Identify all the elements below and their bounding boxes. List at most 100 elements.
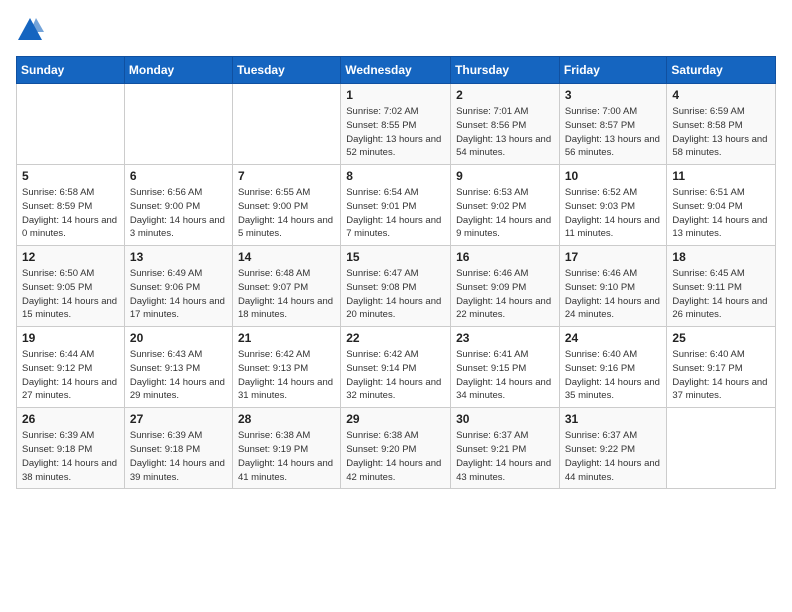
day-info: Sunrise: 6:40 AM Sunset: 9:17 PM Dayligh… — [672, 348, 770, 403]
calendar-cell: 29 Sunrise: 6:38 AM Sunset: 9:20 PM Dayli… — [341, 408, 451, 489]
day-number: 15 — [346, 250, 445, 264]
calendar-cell: 24 Sunrise: 6:40 AM Sunset: 9:16 PM Dayli… — [559, 327, 667, 408]
calendar-cell: 30 Sunrise: 6:37 AM Sunset: 9:21 PM Dayli… — [451, 408, 560, 489]
day-info: Sunrise: 6:39 AM Sunset: 9:18 PM Dayligh… — [130, 429, 227, 484]
day-number: 3 — [565, 88, 662, 102]
day-number: 8 — [346, 169, 445, 183]
calendar-cell — [232, 84, 340, 165]
day-number: 4 — [672, 88, 770, 102]
weekday-header: Sunday — [17, 57, 125, 84]
logo — [16, 16, 46, 44]
weekday-header: Tuesday — [232, 57, 340, 84]
calendar-cell: 10Sunrise: 6:52 AM Sunset: 9:03 PM Dayli… — [559, 165, 667, 246]
calendar-cell: 23 Sunrise: 6:41 AM Sunset: 9:15 PM Dayli… — [451, 327, 560, 408]
day-info: Sunrise: 6:56 AM Sunset: 9:00 PM Dayligh… — [130, 186, 227, 241]
calendar-cell: 19 Sunrise: 6:44 AM Sunset: 9:12 PM Dayli… — [17, 327, 125, 408]
day-info: Sunrise: 6:38 AM Sunset: 9:19 PM Dayligh… — [238, 429, 335, 484]
day-info: Sunrise: 6:37 AM Sunset: 9:22 PM Dayligh… — [565, 429, 662, 484]
day-info: Sunrise: 6:45 AM Sunset: 9:11 PM Dayligh… — [672, 267, 770, 322]
calendar-table: SundayMondayTuesdayWednesdayThursdayFrid… — [16, 56, 776, 489]
calendar-cell: 16 Sunrise: 6:46 AM Sunset: 9:09 PM Dayli… — [451, 246, 560, 327]
calendar-cell: 14Sunrise: 6:48 AM Sunset: 9:07 PM Dayli… — [232, 246, 340, 327]
calendar-cell: 26 Sunrise: 6:39 AM Sunset: 9:18 PM Dayli… — [17, 408, 125, 489]
calendar-cell: 6 Sunrise: 6:56 AM Sunset: 9:00 PM Daylig… — [124, 165, 232, 246]
calendar-cell: 18 Sunrise: 6:45 AM Sunset: 9:11 PM Dayli… — [667, 246, 776, 327]
day-info: Sunrise: 6:42 AM Sunset: 9:14 PM Dayligh… — [346, 348, 445, 403]
calendar-cell: 12 Sunrise: 6:50 AM Sunset: 9:05 PM Dayli… — [17, 246, 125, 327]
calendar-header: SundayMondayTuesdayWednesdayThursdayFrid… — [17, 57, 776, 84]
calendar-cell — [124, 84, 232, 165]
day-number: 25 — [672, 331, 770, 345]
day-number: 20 — [130, 331, 227, 345]
day-number: 26 — [22, 412, 119, 426]
weekday-header: Thursday — [451, 57, 560, 84]
day-info: Sunrise: 6:58 AM Sunset: 8:59 PM Dayligh… — [22, 186, 119, 241]
calendar-cell: 7 Sunrise: 6:55 AM Sunset: 9:00 PM Daylig… — [232, 165, 340, 246]
calendar-cell: 27 Sunrise: 6:39 AM Sunset: 9:18 PM Dayli… — [124, 408, 232, 489]
weekday-header: Monday — [124, 57, 232, 84]
calendar-cell: 21 Sunrise: 6:42 AM Sunset: 9:13 PM Dayli… — [232, 327, 340, 408]
day-number: 1 — [346, 88, 445, 102]
calendar-cell: 15 Sunrise: 6:47 AM Sunset: 9:08 PM Dayli… — [341, 246, 451, 327]
calendar-cell: 17Sunrise: 6:46 AM Sunset: 9:10 PM Dayli… — [559, 246, 667, 327]
day-number: 16 — [456, 250, 554, 264]
calendar-cell: 3 Sunrise: 7:00 AM Sunset: 8:57 PM Daylig… — [559, 84, 667, 165]
logo-icon — [16, 16, 44, 44]
calendar-cell — [17, 84, 125, 165]
day-number: 5 — [22, 169, 119, 183]
day-info: Sunrise: 6:41 AM Sunset: 9:15 PM Dayligh… — [456, 348, 554, 403]
calendar-cell — [667, 408, 776, 489]
day-info: Sunrise: 6:43 AM Sunset: 9:13 PM Dayligh… — [130, 348, 227, 403]
day-info: Sunrise: 6:39 AM Sunset: 9:18 PM Dayligh… — [22, 429, 119, 484]
day-number: 22 — [346, 331, 445, 345]
day-number: 28 — [238, 412, 335, 426]
calendar-cell: 8 Sunrise: 6:54 AM Sunset: 9:01 PM Daylig… — [341, 165, 451, 246]
day-info: Sunrise: 6:42 AM Sunset: 9:13 PM Dayligh… — [238, 348, 335, 403]
calendar-cell: 20 Sunrise: 6:43 AM Sunset: 9:13 PM Dayli… — [124, 327, 232, 408]
day-info: Sunrise: 6:46 AM Sunset: 9:09 PM Dayligh… — [456, 267, 554, 322]
calendar-cell: 1 Sunrise: 7:02 AM Sunset: 8:55 PM Daylig… — [341, 84, 451, 165]
day-number: 17 — [565, 250, 662, 264]
calendar-cell: 31 Sunrise: 6:37 AM Sunset: 9:22 PM Dayli… — [559, 408, 667, 489]
day-number: 31 — [565, 412, 662, 426]
day-info: Sunrise: 7:01 AM Sunset: 8:56 PM Dayligh… — [456, 105, 554, 160]
calendar-cell: 25 Sunrise: 6:40 AM Sunset: 9:17 PM Dayli… — [667, 327, 776, 408]
day-info: Sunrise: 6:38 AM Sunset: 9:20 PM Dayligh… — [346, 429, 445, 484]
day-number: 14 — [238, 250, 335, 264]
day-info: Sunrise: 6:47 AM Sunset: 9:08 PM Dayligh… — [346, 267, 445, 322]
day-info: Sunrise: 6:53 AM Sunset: 9:02 PM Dayligh… — [456, 186, 554, 241]
day-number: 12 — [22, 250, 119, 264]
weekday-header: Saturday — [667, 57, 776, 84]
day-info: Sunrise: 6:37 AM Sunset: 9:21 PM Dayligh… — [456, 429, 554, 484]
day-number: 29 — [346, 412, 445, 426]
calendar-cell: 22 Sunrise: 6:42 AM Sunset: 9:14 PM Dayli… — [341, 327, 451, 408]
day-info: Sunrise: 6:59 AM Sunset: 8:58 PM Dayligh… — [672, 105, 770, 160]
day-number: 30 — [456, 412, 554, 426]
day-number: 9 — [456, 169, 554, 183]
day-number: 7 — [238, 169, 335, 183]
day-number: 11 — [672, 169, 770, 183]
day-info: Sunrise: 6:49 AM Sunset: 9:06 PM Dayligh… — [130, 267, 227, 322]
day-info: Sunrise: 6:44 AM Sunset: 9:12 PM Dayligh… — [22, 348, 119, 403]
day-number: 6 — [130, 169, 227, 183]
calendar-cell: 28 Sunrise: 6:38 AM Sunset: 9:19 PM Dayli… — [232, 408, 340, 489]
day-number: 27 — [130, 412, 227, 426]
calendar-cell: 11Sunrise: 6:51 AM Sunset: 9:04 PM Dayli… — [667, 165, 776, 246]
day-info: Sunrise: 6:55 AM Sunset: 9:00 PM Dayligh… — [238, 186, 335, 241]
day-info: Sunrise: 6:54 AM Sunset: 9:01 PM Dayligh… — [346, 186, 445, 241]
day-info: Sunrise: 7:02 AM Sunset: 8:55 PM Dayligh… — [346, 105, 445, 160]
day-info: Sunrise: 6:50 AM Sunset: 9:05 PM Dayligh… — [22, 267, 119, 322]
day-info: Sunrise: 6:40 AM Sunset: 9:16 PM Dayligh… — [565, 348, 662, 403]
day-number: 21 — [238, 331, 335, 345]
day-number: 23 — [456, 331, 554, 345]
day-number: 19 — [22, 331, 119, 345]
day-number: 2 — [456, 88, 554, 102]
day-number: 24 — [565, 331, 662, 345]
day-info: Sunrise: 6:52 AM Sunset: 9:03 PM Dayligh… — [565, 186, 662, 241]
day-info: Sunrise: 7:00 AM Sunset: 8:57 PM Dayligh… — [565, 105, 662, 160]
page-header — [16, 16, 776, 44]
day-number: 18 — [672, 250, 770, 264]
weekday-header: Friday — [559, 57, 667, 84]
weekday-header: Wednesday — [341, 57, 451, 84]
calendar-cell: 13Sunrise: 6:49 AM Sunset: 9:06 PM Dayli… — [124, 246, 232, 327]
